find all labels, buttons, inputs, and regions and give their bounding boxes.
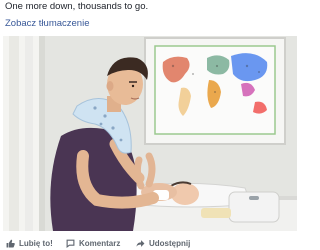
like-label: Lubię to! xyxy=(19,238,53,248)
photo-scene xyxy=(3,36,297,231)
post-photo[interactable] xyxy=(3,36,297,231)
like-button[interactable]: Lubię to! xyxy=(6,236,53,250)
post-action-bar: Lubię to! Komentarz Udostępnij xyxy=(0,236,300,250)
comment-icon xyxy=(66,239,75,248)
comment-label: Komentarz xyxy=(79,238,121,248)
share-arrow-icon xyxy=(136,239,145,247)
see-translation-link[interactable]: Zobacz tłumaczenie xyxy=(5,17,89,30)
share-button[interactable]: Udostępnij xyxy=(136,236,190,250)
thumbs-up-icon xyxy=(6,239,15,247)
share-label: Udostępnij xyxy=(149,238,191,248)
comment-button[interactable]: Komentarz xyxy=(66,236,120,250)
post-caption: One more down, thousands to go. xyxy=(5,1,149,12)
